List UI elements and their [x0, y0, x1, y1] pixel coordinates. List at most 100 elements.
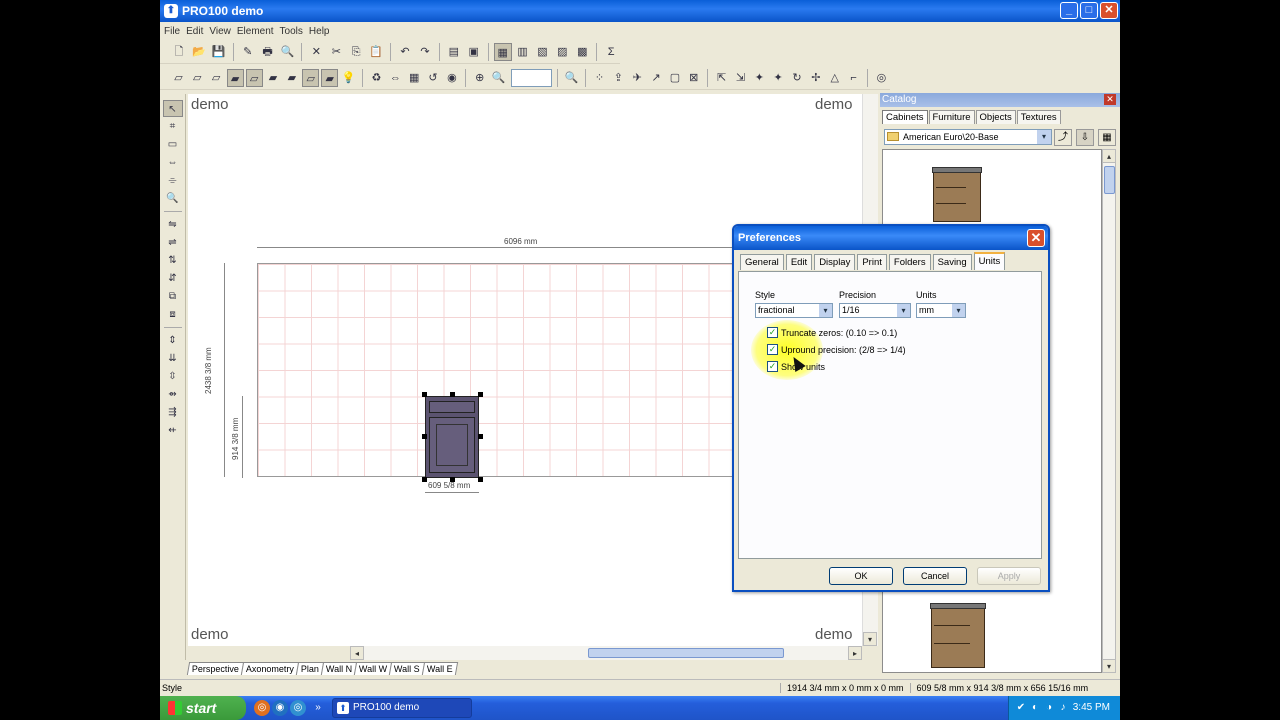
resize-handle[interactable] [422, 477, 427, 482]
edit-tool-icon[interactable]: ✈ [629, 69, 646, 87]
view-mode-button[interactable]: ▦ [1098, 129, 1116, 146]
side-tool-icon[interactable]: ⇊ [163, 350, 183, 367]
quicklaunch-ie-icon[interactable]: ◉ [272, 700, 288, 716]
tab-objects[interactable]: Objects [975, 110, 1016, 124]
resize-handle[interactable] [422, 392, 427, 397]
edit-tool-icon[interactable]: ♻ [368, 69, 385, 87]
toolbar-button-icon[interactable]: 💾 [210, 43, 228, 61]
tab-general[interactable]: General [740, 254, 784, 270]
toolbar-button-icon[interactable]: ✎ [239, 43, 257, 61]
toolbar-button-icon[interactable]: ▦ [493, 42, 512, 61]
scroll-down-arrow[interactable]: ▾ [1102, 659, 1116, 673]
toolbar-button-icon[interactable]: ▥ [514, 43, 532, 61]
scroll-left-arrow[interactable]: ◂ [350, 646, 364, 660]
tab-furniture[interactable]: Furniture [928, 110, 975, 124]
side-tool-icon[interactable]: ⇋ [163, 216, 183, 233]
truncate-zeros-option[interactable]: ✓ Truncate zeros: (0.10 => 0.1) [767, 327, 897, 338]
minimize-button[interactable]: _ [1060, 2, 1078, 19]
side-tool-icon[interactable]: ⇷ [163, 422, 183, 439]
catalog-item-drawer-cabinet[interactable] [930, 603, 986, 668]
toolbar-button-icon[interactable]: ▨ [553, 43, 571, 61]
taskbar-item-pro100[interactable]: ⬆ PRO100 demo [332, 698, 472, 718]
quicklaunch-media-icon[interactable]: ◎ [290, 700, 306, 716]
sort-button[interactable]: ⇩ [1076, 129, 1094, 146]
tray-volume-icon[interactable]: ♪ [1057, 701, 1069, 714]
side-tool-icon[interactable]: ⇕ [163, 332, 183, 349]
quicklaunch-browser-icon[interactable]: ◎ [254, 700, 270, 716]
tab-print[interactable]: Print [857, 254, 887, 270]
side-tool-icon[interactable]: ⇶ [163, 404, 183, 421]
tab-display[interactable]: Display [814, 254, 856, 270]
tab-plan[interactable]: Plan [295, 662, 325, 675]
tab-perspective[interactable]: Perspective [186, 662, 245, 675]
toolbar-button-icon[interactable]: ▤ [445, 43, 463, 61]
toolbar-button-icon[interactable]: 🖶 [259, 43, 277, 61]
close-window-button[interactable]: ✕ [1100, 2, 1118, 19]
precision-select[interactable]: 1/16 ▾ [839, 303, 911, 318]
ok-button[interactable]: OK [829, 567, 893, 585]
catalog-scrollbar[interactable]: ▴ ▾ [1102, 149, 1116, 673]
edit-tool-icon[interactable]: ▱ [302, 68, 320, 87]
menu-tools[interactable]: Tools [280, 26, 309, 37]
edit-tool-icon[interactable]: △ [826, 69, 843, 87]
edit-tool-icon[interactable]: ✢ [807, 69, 824, 87]
toolbar-button-icon[interactable]: ✕ [307, 43, 325, 61]
side-tool-icon[interactable]: ⇵ [163, 270, 183, 287]
edit-tool-icon[interactable]: ▢ [667, 69, 684, 87]
tray-network-icon[interactable]: ◐ [1029, 701, 1041, 714]
catalog-scroll-thumb[interactable] [1104, 166, 1115, 194]
show-units-checkbox[interactable]: ✓ [767, 361, 778, 372]
toolbar-button-icon[interactable]: ▣ [465, 43, 483, 61]
selected-cabinet[interactable] [425, 396, 479, 478]
upround-precision-checkbox[interactable]: ✓ [767, 344, 778, 355]
edit-tool-icon[interactable]: ⌐ [845, 69, 862, 87]
menu-edit[interactable]: Edit [186, 26, 209, 37]
edit-tool-icon[interactable]: ⊠ [685, 69, 702, 87]
menu-help[interactable]: Help [309, 26, 336, 37]
cancel-button[interactable]: Cancel [903, 567, 967, 585]
side-tool-icon[interactable]: ⇌ [163, 234, 183, 251]
menu-view[interactable]: View [209, 26, 237, 37]
edit-tool-icon[interactable]: ↗ [648, 69, 665, 87]
tab-wall-s[interactable]: Wall S [389, 662, 426, 675]
edit-tool-icon[interactable]: ▰ [321, 68, 339, 87]
toolbar-button-icon[interactable]: 📋 [367, 43, 385, 61]
folder-up-button[interactable]: ⤴ [1054, 129, 1072, 146]
tray-check-icon[interactable]: ✔ [1015, 701, 1027, 714]
side-tool-icon[interactable]: 🔍 [163, 190, 183, 207]
edit-tool-icon[interactable]: ⇪ [610, 69, 627, 87]
tab-units[interactable]: Units [973, 252, 1006, 270]
scroll-thumb[interactable] [588, 648, 784, 658]
side-tool-icon[interactable]: ▭ [163, 136, 183, 153]
tab-wall-w[interactable]: Wall W [354, 662, 393, 675]
style-select[interactable]: fractional ▾ [755, 303, 833, 318]
toolbar-button-icon[interactable]: ↶ [396, 43, 414, 61]
side-tool-icon[interactable]: ⇴ [163, 386, 183, 403]
truncate-zeros-checkbox[interactable]: ✓ [767, 327, 778, 338]
edit-tool-icon[interactable]: ✦ [751, 69, 768, 87]
maximize-button[interactable]: □ [1080, 2, 1098, 19]
catalog-folder-select[interactable]: American Euro\20-Base ▾ [884, 129, 1052, 145]
edit-tool-icon[interactable]: ◉ [443, 69, 460, 87]
edit-tool-icon[interactable]: 💡 [340, 69, 357, 87]
menu-file[interactable]: File [164, 26, 186, 37]
resize-handle[interactable] [478, 477, 483, 482]
scroll-right-arrow[interactable]: ▸ [848, 646, 862, 660]
toolbar-button-icon[interactable]: 🔍 [279, 43, 297, 61]
toolbar-button-icon[interactable]: ▧ [534, 43, 552, 61]
side-tool-icon[interactable]: ⌯ [163, 172, 183, 189]
edit-tool-icon[interactable]: ▦ [406, 69, 423, 87]
tab-axonometry[interactable]: Axonometry [240, 662, 300, 675]
resize-handle[interactable] [478, 392, 483, 397]
edit-tool-icon[interactable]: ▱ [245, 68, 263, 87]
apply-button[interactable]: Apply [977, 567, 1041, 585]
toolbar-button-icon[interactable]: 🗋 [170, 43, 188, 61]
edit-tool-icon[interactable]: ▰ [265, 69, 282, 87]
tab-cabinets[interactable]: Cabinets [882, 110, 928, 124]
scroll-down-arrow[interactable]: ▾ [863, 632, 877, 646]
toolbar-button-icon[interactable]: ▩ [573, 43, 591, 61]
select-tool-icon[interactable]: ↖ [162, 100, 183, 117]
edit-tool-icon[interactable]: ◎ [873, 69, 890, 87]
toolbar-button-icon[interactable]: ✂ [327, 43, 345, 61]
side-tool-icon[interactable]: ⧈ [163, 306, 183, 323]
